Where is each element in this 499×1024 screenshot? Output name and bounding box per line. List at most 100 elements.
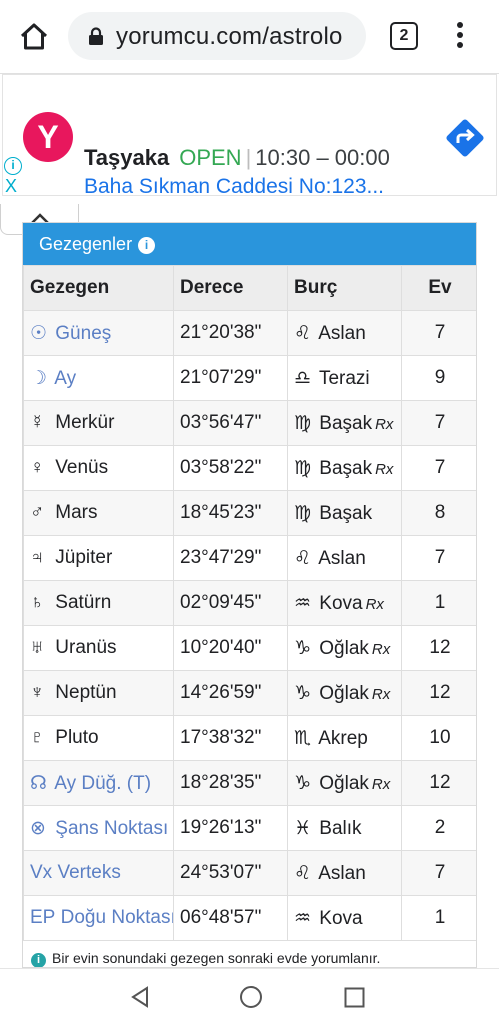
table-row: ♅ Uranüs 10°20'40" ♑ Oğlak Rx 12 xyxy=(23,625,476,671)
planet-cell[interactable]: ☽ Ay xyxy=(23,355,174,401)
zodiac-sign-icon: ♍ xyxy=(294,412,312,434)
sign-cell: ♒ Kova xyxy=(287,895,402,941)
planet-cell: ♃ Jüpiter xyxy=(23,535,174,581)
retrograde-badge: Rx xyxy=(371,775,391,793)
sign-name: Akrep xyxy=(318,727,368,749)
home-circle-icon[interactable] xyxy=(239,985,263,1009)
planet-symbol-icon: ♄ xyxy=(30,592,45,613)
planet-cell[interactable]: ⊗ Şans Noktası xyxy=(23,805,174,851)
planets-panel: Gezegenler i Gezegen Derece Burç Ev ☉ Gün… xyxy=(22,222,477,968)
degree-cell: 03°56'47" xyxy=(173,400,288,446)
back-icon[interactable] xyxy=(129,985,151,1009)
column-header-planet: Gezegen xyxy=(23,265,174,311)
zodiac-sign-icon: ♑ xyxy=(294,772,312,794)
house-cell: 12 xyxy=(401,625,476,671)
zodiac-sign-icon: ♏ xyxy=(294,727,312,749)
planet-cell: ♄ Satürn xyxy=(23,580,174,626)
planet-symbol-icon: ☿ xyxy=(30,412,45,433)
system-navigation-bar xyxy=(0,968,499,1024)
degree-cell: 18°28'35" xyxy=(173,760,288,806)
sign-name: Aslan xyxy=(318,322,366,344)
planet-symbol-icon: ☊ xyxy=(30,772,47,794)
retrograde-badge: Rx xyxy=(365,595,384,613)
planet-cell: ♆ Neptün xyxy=(23,670,174,716)
sign-cell: ♌ Aslan xyxy=(287,850,402,896)
sign-cell: ♌ Aslan xyxy=(287,310,402,356)
degree-cell: 18°45'23" xyxy=(173,490,288,536)
planet-symbol-icon: ♀ xyxy=(30,457,45,478)
sign-cell: ♓ Balık xyxy=(287,805,402,851)
table-row: ♇ Pluto 17°38'32" ♏ Akrep 10 xyxy=(23,715,476,761)
table-row: ☿ Merkür 03°56'47" ♍ Başak Rx 7 xyxy=(23,400,476,446)
planet-name: Pluto xyxy=(55,727,99,748)
table-row: ♆ Neptün 14°26'59" ♑ Oğlak Rx 12 xyxy=(23,670,476,716)
browser-toolbar: yorumcu.com/astrolo 2 xyxy=(0,0,499,74)
planet-symbol-icon: ♅ xyxy=(30,637,45,658)
planet-name: Güneş xyxy=(55,322,112,344)
retrograde-badge: Rx xyxy=(375,415,394,433)
house-cell: 7 xyxy=(401,310,476,356)
zodiac-sign-icon: ♑ xyxy=(294,637,312,659)
planet-cell[interactable]: Vx Verteks xyxy=(23,850,174,896)
zodiac-sign-icon: ♒ xyxy=(294,592,312,614)
sign-name: Başak xyxy=(319,502,373,524)
sign-cell: ♏ Akrep xyxy=(287,715,402,761)
planet-cell: ♀ Venüs xyxy=(23,445,174,491)
planet-name: Ay Düğ. (T) xyxy=(54,772,152,794)
planet-cell: ♇ Pluto xyxy=(23,715,174,761)
planet-name: Doğu Noktası xyxy=(60,907,174,928)
zodiac-sign-icon: ♍ xyxy=(294,502,312,524)
table-row: ⊗ Şans Noktası 19°26'13" ♓ Balık 2 xyxy=(23,805,476,851)
ad-close-icon[interactable]: X xyxy=(5,177,17,195)
table-row: ♄ Satürn 02°09'45" ♒ Kova Rx 1 xyxy=(23,580,476,626)
recent-apps-icon[interactable] xyxy=(344,987,365,1008)
zodiac-sign-icon: ♌ xyxy=(294,322,312,344)
ad-address-link[interactable]: Baha Sıkman Caddesi No:123... xyxy=(84,175,384,199)
planet-cell[interactable]: ☊ Ay Düğ. (T) xyxy=(23,760,174,806)
panel-title: Gezegenler xyxy=(39,234,133,254)
footnote: i Bir evin sonundaki gezegen sonraki evde… xyxy=(31,950,381,967)
planet-symbol-icon: EP xyxy=(30,907,56,928)
planet-name: Şans Noktası xyxy=(55,817,169,839)
ad-choices-info-icon[interactable]: i xyxy=(4,157,22,175)
ad-banner: Y Taşyaka OPEN | 10:30 – 00:00 Baha Sıkman … xyxy=(0,74,499,200)
planet-symbol-icon: ♂ xyxy=(30,502,45,523)
home-icon[interactable] xyxy=(14,17,54,57)
degree-cell: 19°26'13" xyxy=(173,805,288,851)
tab-switcher-button[interactable]: 2 xyxy=(390,22,418,50)
zodiac-sign-icon: ♍ xyxy=(294,457,312,479)
sign-name: Başak xyxy=(319,457,373,479)
planet-symbol-icon: Vx xyxy=(30,862,53,883)
ad-separator: | xyxy=(245,145,252,170)
house-cell: 12 xyxy=(401,760,476,806)
planet-cell: ♅ Uranüs xyxy=(23,625,174,671)
house-cell: 7 xyxy=(401,535,476,581)
address-bar[interactable]: yorumcu.com/astrolo xyxy=(68,12,366,60)
overflow-menu-icon[interactable] xyxy=(450,20,470,54)
sign-name: Oğlak xyxy=(319,637,369,659)
sign-name: Aslan xyxy=(318,862,366,884)
ad-hours: 10:30 – 00:00 xyxy=(255,145,390,170)
sign-name: Oğlak xyxy=(319,682,369,704)
directions-icon[interactable] xyxy=(444,117,486,159)
sign-name: Kova xyxy=(319,907,363,929)
planet-cell[interactable]: EP Doğu Noktası xyxy=(23,895,174,941)
degree-cell: 21°20'38" xyxy=(173,310,288,356)
planet-symbol-icon: ♇ xyxy=(30,727,45,748)
zodiac-sign-icon: ♎ xyxy=(294,367,312,389)
info-icon[interactable]: i xyxy=(138,237,156,254)
lock-icon xyxy=(89,27,103,45)
planet-symbol-icon: ☽ xyxy=(30,367,48,389)
house-cell: 7 xyxy=(401,850,476,896)
planet-cell[interactable]: ☉ Güneş xyxy=(23,310,174,356)
footnote-text: Bir evin sonundaki gezegen sonraki evde … xyxy=(52,950,381,966)
planets-table: Gezegen Derece Burç Ev ☉ Güneş 21°20'38" ♌… xyxy=(23,265,476,941)
planet-name: Jüpiter xyxy=(55,547,113,568)
planet-name: Venüs xyxy=(55,457,109,478)
ad-card[interactable]: Y Taşyaka OPEN | 10:30 – 00:00 Baha Sıkman … xyxy=(2,74,497,199)
planet-name: Uranüs xyxy=(55,637,117,658)
column-header-sign: Burç xyxy=(287,265,402,311)
ad-open-status: OPEN xyxy=(179,145,242,170)
table-row: ♂ Mars 18°45'23" ♍ Başak 8 xyxy=(23,490,476,536)
column-header-degree: Derece xyxy=(173,265,288,311)
